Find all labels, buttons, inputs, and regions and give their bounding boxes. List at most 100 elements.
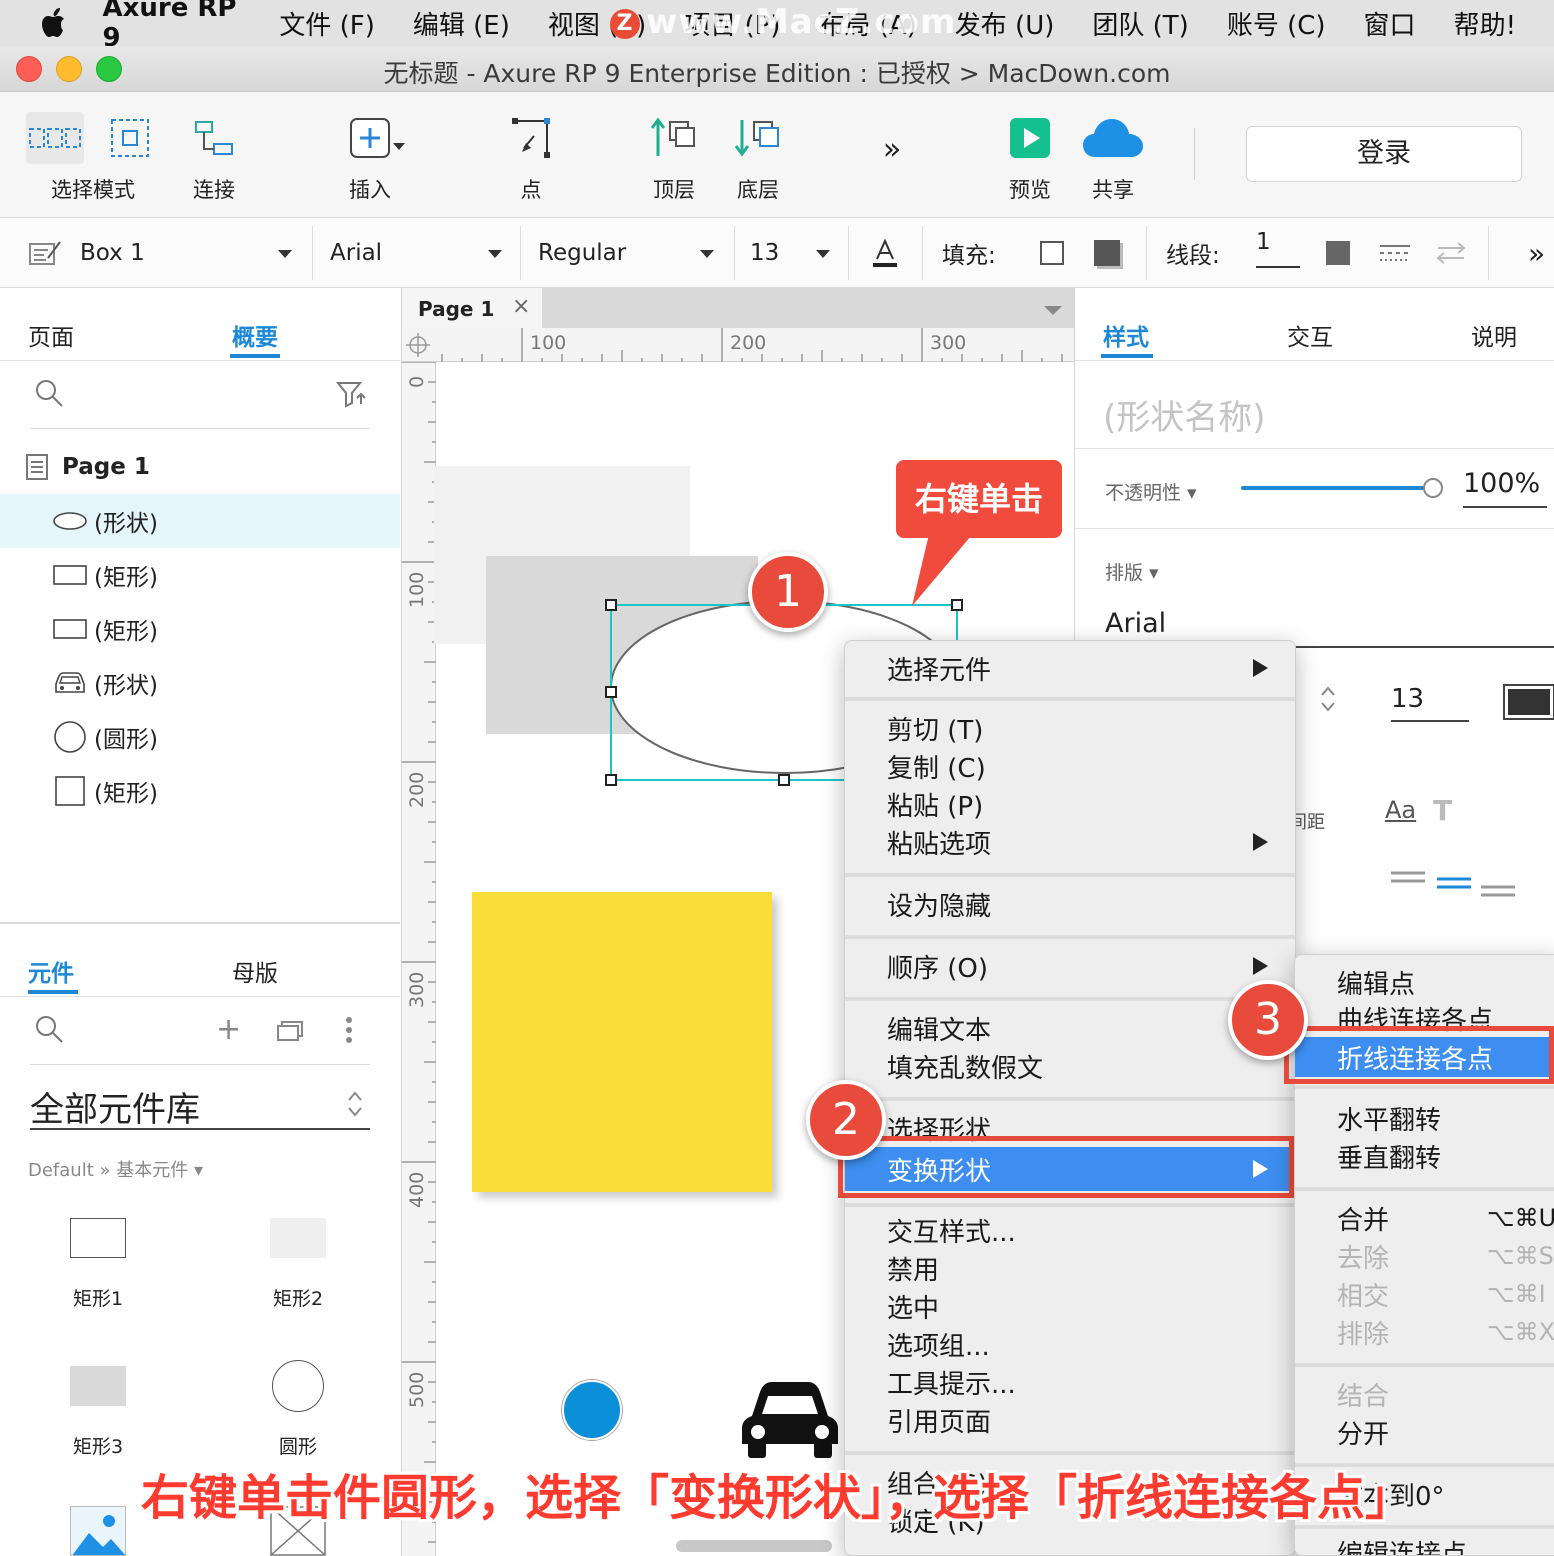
tab-dropdown-icon[interactable] <box>1044 306 1062 315</box>
tab-pages[interactable]: 页面 <box>28 318 74 352</box>
font-size-field[interactable]: 13 <box>1391 684 1469 722</box>
tab-masters[interactable]: 母版 <box>232 954 278 988</box>
insert-button[interactable]: 插入 <box>340 112 416 204</box>
menu-item-copy[interactable]: 复制 (C) <box>887 747 986 785</box>
outline-item-circle[interactable]: (圆形) <box>0 710 400 764</box>
outline-item-shape-selected[interactable]: (形状) <box>0 494 400 548</box>
menu-item-order[interactable]: 顺序 (O) <box>887 947 988 985</box>
text-shadow-icon[interactable]: T <box>1433 794 1452 827</box>
menu-help[interactable]: 帮助! <box>1454 5 1516 42</box>
add-library-icon[interactable]: + <box>216 1012 241 1047</box>
widget-rectangle3-thumb[interactable] <box>70 1366 126 1406</box>
outline-item-rect[interactable]: (矩形) <box>0 548 400 602</box>
menu-window[interactable]: 窗口 <box>1364 5 1416 42</box>
outline-page[interactable]: Page 1 <box>26 454 150 480</box>
submenu-item-edit-points[interactable]: 编辑点 <box>1337 963 1415 1001</box>
tab-style[interactable]: 样式 <box>1103 318 1149 352</box>
more-tools-button[interactable]: » <box>872 132 912 167</box>
font-weight-select[interactable]: Regular <box>538 218 718 288</box>
submenu-item-subtract[interactable]: 去除 <box>1337 1237 1389 1275</box>
font-color-swatch[interactable] <box>1503 684 1554 720</box>
shape-name-input[interactable]: (形状名称) <box>1103 390 1266 439</box>
submenu-item-break-apart[interactable]: 分开 <box>1337 1413 1389 1451</box>
preview-button[interactable]: 预览 <box>1006 112 1054 204</box>
align-top-icon[interactable] <box>1391 870 1425 889</box>
widget-rectangle1-thumb[interactable] <box>70 1218 126 1258</box>
submenu-item-combine[interactable]: 结合 <box>1337 1375 1389 1413</box>
outline-item-shape-car[interactable]: (形状) <box>0 656 400 710</box>
submenu-item-intersect[interactable]: 相交 <box>1337 1275 1389 1313</box>
point-button[interactable]: 点 <box>504 112 558 204</box>
tab-widgets[interactable]: 元件 <box>28 954 74 988</box>
menu-item-disable[interactable]: 禁用 <box>887 1249 939 1287</box>
menu-item-paste[interactable]: 粘贴 (P) <box>887 785 983 823</box>
menu-item-option-group[interactable]: 选项组... <box>887 1325 990 1363</box>
menu-edit[interactable]: 编辑 (E) <box>413 5 510 42</box>
filter-icon[interactable] <box>335 380 366 412</box>
search-icon[interactable] <box>34 378 64 412</box>
library-stack-icon[interactable] <box>276 1018 306 1046</box>
tab-page1[interactable]: Page 1 × <box>402 288 542 328</box>
bring-to-front-button[interactable]: 顶层 <box>646 112 702 204</box>
apple-icon[interactable] <box>38 8 72 38</box>
menu-item-cut[interactable]: 剪切 (T) <box>887 709 983 747</box>
menu-team[interactable]: 团队 (T) <box>1092 5 1188 42</box>
opacity-slider[interactable] <box>1241 478 1443 498</box>
menu-item-select-widget[interactable]: 选择元件 <box>887 649 991 687</box>
submenu-item-edit-connection-points[interactable]: 编辑连接点 <box>1337 1533 1467 1556</box>
menu-item-selected[interactable]: 选中 <box>887 1287 939 1325</box>
close-tab-icon[interactable]: × <box>512 294 530 319</box>
font-family-select[interactable]: Arial <box>330 218 506 288</box>
menu-item-lorem[interactable]: 填充乱数假文 <box>887 1047 1043 1085</box>
send-to-back-button[interactable]: 底层 <box>730 112 786 204</box>
fill-color-swatch[interactable] <box>1040 218 1064 288</box>
outline-item-rect[interactable]: (矩形) <box>0 602 400 656</box>
arrow-style-icon[interactable] <box>1436 218 1466 288</box>
tab-outline[interactable]: 概要 <box>232 318 278 352</box>
font-size-select[interactable]: 13 <box>750 218 834 288</box>
align-bottom-icon[interactable] <box>1481 884 1515 903</box>
tab-notes[interactable]: 说明 <box>1471 318 1517 352</box>
submenu-item-exclude[interactable]: 排除 <box>1337 1313 1389 1351</box>
widget-search-icon[interactable] <box>34 1014 64 1048</box>
canvas-sticky-note[interactable] <box>472 892 772 1192</box>
menu-item-paste-options[interactable]: 粘贴选项 <box>887 823 991 861</box>
menu-item-hide[interactable]: 设为隐藏 <box>887 885 991 923</box>
menu-item-reference-page[interactable]: 引用页面 <box>887 1401 991 1439</box>
opacity-slider-knob[interactable] <box>1423 478 1443 498</box>
menu-item-edit-text[interactable]: 编辑文本 <box>887 1009 991 1047</box>
outline-item-square[interactable]: (矩形) <box>0 764 400 818</box>
library-path[interactable]: Default » 基本元件 ▾ <box>28 1156 203 1182</box>
submenu-item-flip-horizontal[interactable]: 水平翻转 <box>1337 1099 1441 1137</box>
align-middle-icon[interactable] <box>1437 876 1471 895</box>
menu-file[interactable]: 文件 (F) <box>279 5 375 42</box>
canvas-blue-circle[interactable] <box>562 1380 622 1440</box>
more-format-icon[interactable]: » <box>1528 218 1545 288</box>
menu-item-tooltip[interactable]: 工具提示... <box>887 1363 1016 1401</box>
select-contained-icon[interactable] <box>108 112 152 164</box>
opacity-input[interactable]: 100% <box>1463 468 1547 508</box>
widget-rectangle2-thumb[interactable] <box>270 1218 326 1258</box>
widget-circle-thumb[interactable] <box>272 1360 324 1412</box>
updown-stepper-icon[interactable] <box>1319 684 1337 718</box>
menu-item-interaction-styles[interactable]: 交互样式... <box>887 1211 1016 1249</box>
font-family-field[interactable]: Arial <box>1105 608 1166 639</box>
library-select[interactable]: 全部元件库 <box>30 1082 370 1130</box>
connect-button[interactable]: 连接 <box>184 112 244 204</box>
login-button[interactable]: 登录 <box>1246 126 1522 182</box>
text-color-button[interactable] <box>870 218 900 288</box>
submenu-item-union[interactable]: 合并 <box>1337 1199 1389 1237</box>
line-width-input[interactable]: 1 <box>1256 218 1300 268</box>
share-button[interactable]: 共享 <box>1080 112 1146 204</box>
canvas-car-icon[interactable] <box>738 1380 842 1460</box>
text-case-icon[interactable]: Aa <box>1385 796 1416 824</box>
line-style-icon[interactable] <box>1380 218 1410 288</box>
fill-shadow-icon[interactable] <box>1094 218 1120 288</box>
more-options-icon[interactable] <box>344 1016 354 1048</box>
tab-interaction[interactable]: 交互 <box>1287 318 1333 352</box>
menu-publish[interactable]: 发布 (U) <box>955 5 1055 42</box>
line-color-swatch[interactable] <box>1326 218 1350 288</box>
canvas-scrollbar[interactable] <box>676 1540 832 1552</box>
widget-name-select[interactable]: Box 1 <box>80 218 292 288</box>
menu-account[interactable]: 账号 (C) <box>1227 5 1326 42</box>
